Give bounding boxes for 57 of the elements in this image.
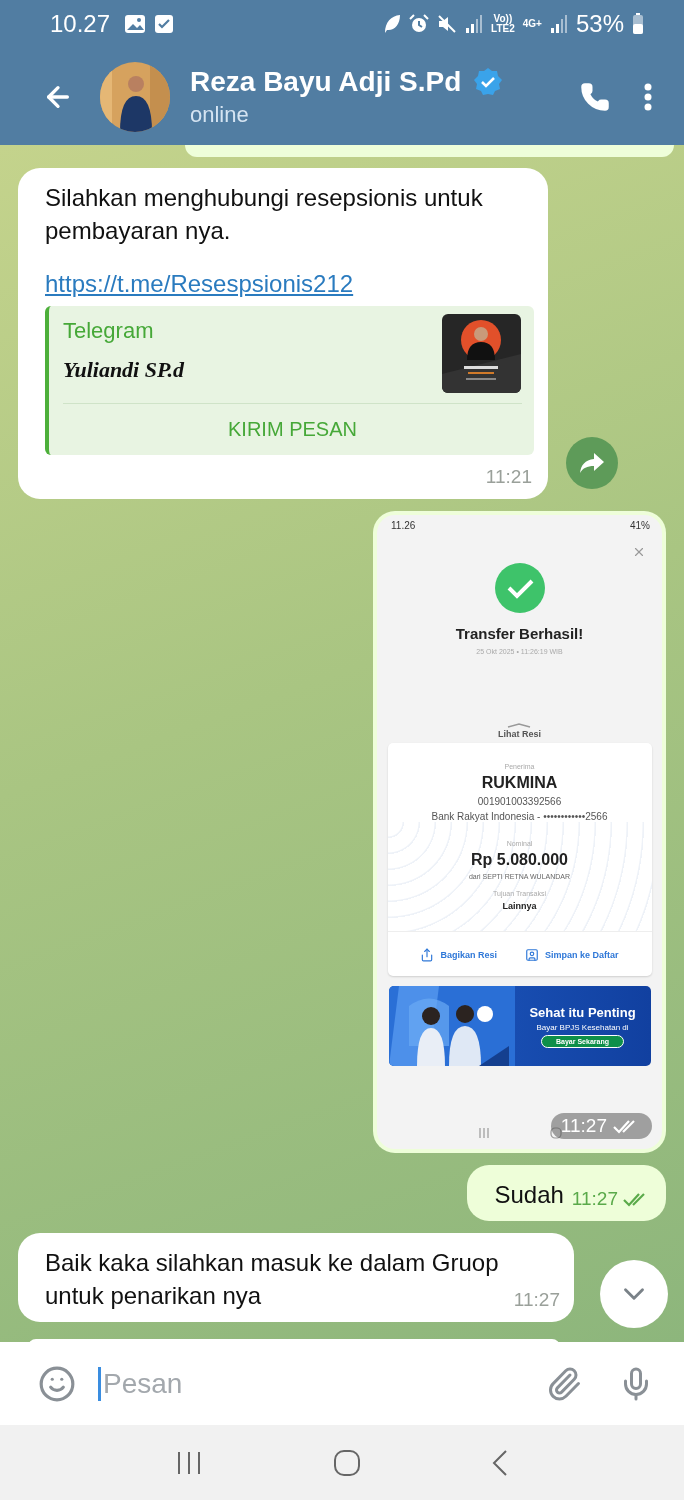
transfer-title: Transfer Berhasil!: [455, 625, 584, 642]
battery-level: 41%: [630, 520, 650, 531]
mute-icon: [437, 14, 458, 34]
message-link[interactable]: https://t.me/Resespsionis212: [45, 270, 354, 297]
link-preview[interactable]: Telegram Yuliandi SP.d KIRIM PESAN: [45, 306, 534, 455]
preview-title: Yuliandi SP.d: [63, 356, 186, 384]
checkbox-icon: [154, 14, 175, 34]
battery-icon: [632, 13, 644, 35]
purpose-value: Lainnya: [502, 901, 537, 911]
banner-title: Sehat itu Penting: [529, 1004, 636, 1020]
message-text: Sudah: [494, 1180, 564, 1210]
message-time: 11:21: [485, 465, 532, 489]
network-label: 4G+: [522, 19, 542, 29]
message-input[interactable]: Pesan: [101, 1366, 502, 1401]
message-time: 11:27: [513, 1288, 560, 1312]
close-icon[interactable]: [632, 545, 646, 559]
paperclip-icon: [546, 1365, 582, 1402]
phone-icon: [580, 81, 610, 112]
message-text: Baik kaka silahkan masuk ke dalam Gruop untuk penarikan nya: [45, 1248, 500, 1311]
lte-label: LTE2: [491, 24, 515, 34]
volte-label: Vo)): [493, 14, 513, 24]
text-cursor: [98, 1366, 101, 1401]
message-time: 11:27: [550, 1113, 652, 1139]
amount: Rp 5.080.000: [471, 851, 568, 869]
recent-apps-icon: [175, 1450, 202, 1475]
account-number: 001901003392566: [477, 796, 562, 807]
recipient-name: RUKMINA: [481, 774, 558, 792]
home-icon[interactable]: [549, 1127, 562, 1139]
contact-card-icon: [525, 948, 539, 962]
message-text: Silahkan menghubungi resepsionis untuk pembayaran nya.: [45, 183, 484, 246]
receipt-toggle[interactable]: Lihat Resi: [498, 723, 541, 739]
save-to-list-button[interactable]: Simpan ke Daftar: [525, 948, 619, 962]
preview-site: Telegram: [63, 317, 155, 345]
home-icon: [333, 1448, 361, 1477]
signal-icon: [465, 14, 484, 34]
image-icon: [124, 14, 147, 34]
contact-name[interactable]: Reza Bayu Adji S.Pd: [190, 65, 462, 98]
chevron-up-icon: [507, 723, 532, 728]
message-time: 11:27: [571, 1187, 652, 1211]
signal-icon: [549, 14, 568, 34]
battery-level: 53%: [575, 10, 624, 38]
smiley-icon: [38, 1364, 76, 1403]
banner-subtitle: Bayar BPJS Kesehatan di: [536, 1022, 629, 1032]
share-receipt-button[interactable]: Bagikan Resi: [420, 948, 497, 962]
leaf-icon: [383, 14, 402, 34]
bank-name: Bank Rakyat Indonesia - ••••••••••••2566: [431, 811, 608, 822]
check-circle-icon: [494, 563, 545, 613]
contact-status: online: [190, 101, 250, 128]
share-icon: [420, 948, 435, 962]
share-button[interactable]: [566, 437, 618, 489]
alarm-icon: [409, 14, 430, 34]
share-arrow-icon: [579, 452, 605, 474]
more-icon: [644, 82, 652, 111]
status-time: 10.27: [50, 10, 111, 38]
back-icon: [492, 1448, 509, 1477]
status-time: 11.26: [391, 520, 416, 531]
send-message-button[interactable]: KIRIM PESAN: [63, 404, 522, 441]
